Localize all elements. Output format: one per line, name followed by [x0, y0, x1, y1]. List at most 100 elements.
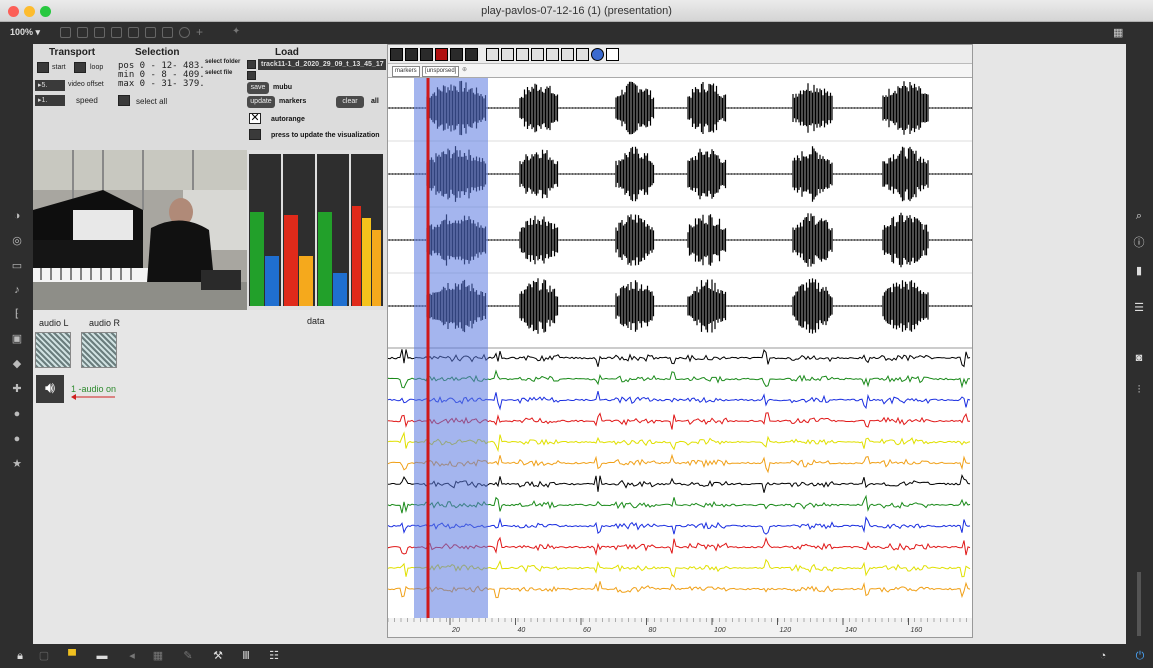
waveform-editor[interactable]: markers [unsporsed] ⊕ 20 40 60 80 100 120 140 1… [387, 44, 973, 638]
box-tool-icon[interactable] [450, 48, 463, 61]
record-icon[interactable]: ● [11, 408, 23, 420]
update-visualization-button[interactable] [249, 129, 261, 140]
tag-icon[interactable]: ◆ [11, 358, 23, 370]
snippet-icon[interactable]: ⁅ [11, 308, 23, 320]
object-icon[interactable] [111, 27, 122, 38]
layers-icon[interactable]: ▭ [11, 260, 23, 272]
zoom-menu[interactable]: 100% ▾ [10, 27, 40, 38]
save-button[interactable]: save [247, 82, 269, 94]
line-tool-icon[interactable] [405, 48, 418, 61]
trace-view-icon[interactable] [546, 48, 559, 61]
select-all-button[interactable] [118, 95, 130, 106]
meter-bar [250, 212, 264, 306]
waveform-display[interactable]: 20 40 60 80 100 120 140 160 [388, 78, 972, 637]
autorange-label: autorange [271, 116, 305, 123]
lock-icon[interactable]: 🔒︎ [14, 650, 26, 662]
presentation-icon[interactable] [77, 27, 88, 38]
selection-header: Selection [135, 47, 180, 58]
audio-on-arrow [71, 394, 115, 400]
select-folder-button[interactable] [247, 60, 256, 69]
scatter-view-icon[interactable] [576, 48, 589, 61]
message-icon[interactable] [128, 27, 139, 38]
list-alert-icon[interactable]: ☰ [1133, 302, 1145, 314]
meter-bar [284, 215, 298, 306]
comment-icon[interactable] [94, 27, 105, 38]
lock-icon[interactable] [60, 27, 71, 38]
disc-icon[interactable]: ● [11, 433, 23, 445]
timer-icon[interactable] [179, 27, 190, 38]
meter-bar [299, 256, 313, 306]
inlet-icon[interactable] [162, 27, 173, 38]
add-tab-icon[interactable]: ⊕ [460, 66, 469, 75]
wrench-icon[interactable]: ⚒ [212, 650, 224, 662]
waveform-view-icon[interactable] [486, 48, 499, 61]
debug-icon[interactable]: ✦ [232, 27, 243, 38]
loop-toggle[interactable] [74, 62, 86, 73]
select-all-label: select all [136, 97, 168, 106]
select-file-button[interactable] [247, 71, 256, 80]
meter-bar [352, 206, 361, 306]
search-icon[interactable]: ⌕ [1133, 210, 1145, 222]
image-icon[interactable]: ▣ [11, 333, 23, 345]
marker-view-icon[interactable] [531, 48, 544, 61]
audio-right-scope [81, 332, 117, 368]
timer-icon[interactable]: ◔ [1097, 650, 1109, 662]
new-object-icon[interactable]: ▬ [96, 650, 108, 662]
audio-left-scope [35, 332, 71, 368]
app-window: play-pavlos-07-12-16 (1) (presentation) … [0, 0, 1153, 668]
puzzle-icon[interactable]: ✚ [11, 383, 23, 395]
presentation-mode-icon[interactable]: ▢ [38, 650, 50, 662]
update-visualization-label: press to update the visualization [271, 132, 380, 139]
target-icon[interactable]: ◎ [11, 235, 23, 247]
file-menu[interactable]: track11-1_d_2020_29_09_t_13_45_17 [258, 59, 386, 70]
add-icon[interactable]: + [196, 26, 207, 38]
grid-view-icon[interactable] [516, 48, 529, 61]
audio-right-label: audio R [89, 318, 121, 328]
ruler-tick-label: 140 [845, 627, 857, 634]
info-icon[interactable]: ⓘ [1133, 237, 1145, 249]
tab-markers[interactable]: markers [392, 66, 420, 77]
meter-group [283, 154, 315, 306]
camera-icon[interactable]: ◙ [1133, 352, 1145, 364]
start-label: start [52, 64, 66, 71]
patcher-icon[interactable] [145, 27, 156, 38]
star-icon[interactable]: ★ [11, 458, 23, 470]
pin-icon[interactable]: ✎ [182, 650, 194, 662]
mubu-label: mubu [273, 84, 293, 91]
book-icon[interactable]: ▮ [1133, 265, 1145, 277]
move-tool-icon[interactable] [420, 48, 433, 61]
video-player[interactable] [33, 150, 247, 310]
music-note-icon[interactable]: ♪ [11, 284, 23, 296]
bars-view-icon[interactable] [561, 48, 574, 61]
grid-icon[interactable]: ▦ [152, 650, 164, 662]
tab-unsporsed[interactable]: [unsporsed] [422, 66, 460, 77]
mixer-icon[interactable]: ⫶ [1133, 384, 1145, 396]
ruler-tick-label: 20 [451, 627, 460, 634]
info-view-icon[interactable] [591, 48, 604, 61]
patcher-canvas: Transport start loop ▸5. video offset ▸1… [33, 44, 1126, 644]
list-icon[interactable]: ☷ [268, 650, 280, 662]
pencil-tool-icon[interactable] [390, 48, 403, 61]
meter-bar [265, 256, 279, 306]
color-palette-icon[interactable]: ◑ [11, 210, 23, 222]
list-view-icon[interactable] [606, 48, 619, 61]
select-folder-label: select folder [205, 59, 241, 65]
piano-icon[interactable]: Ⅲ [240, 650, 252, 662]
meter-group [351, 154, 383, 306]
start-toggle[interactable] [37, 62, 49, 73]
ruler-tick-label: 40 [518, 627, 526, 634]
record-tool-icon[interactable] [435, 48, 448, 61]
volume-slider[interactable] [1137, 572, 1141, 636]
autorange-toggle[interactable]: ✕ [249, 113, 261, 124]
lock-tool-icon[interactable] [465, 48, 478, 61]
spectrum-view-icon[interactable] [501, 48, 514, 61]
grid-view-icon[interactable]: ▦ [1113, 28, 1124, 39]
audio-icon[interactable]: ◂ [126, 650, 138, 662]
clear-button[interactable]: clear [336, 96, 364, 108]
video-offset-number[interactable]: ▸5. [35, 80, 65, 91]
speed-number[interactable]: ▸1. [35, 95, 65, 106]
power-icon[interactable]: ⏻ [1134, 650, 1146, 662]
presentation-icon[interactable]: ▀ [66, 650, 78, 662]
speaker-toggle[interactable]: 🔊︎ [36, 375, 64, 403]
update-button[interactable]: update [247, 96, 275, 108]
